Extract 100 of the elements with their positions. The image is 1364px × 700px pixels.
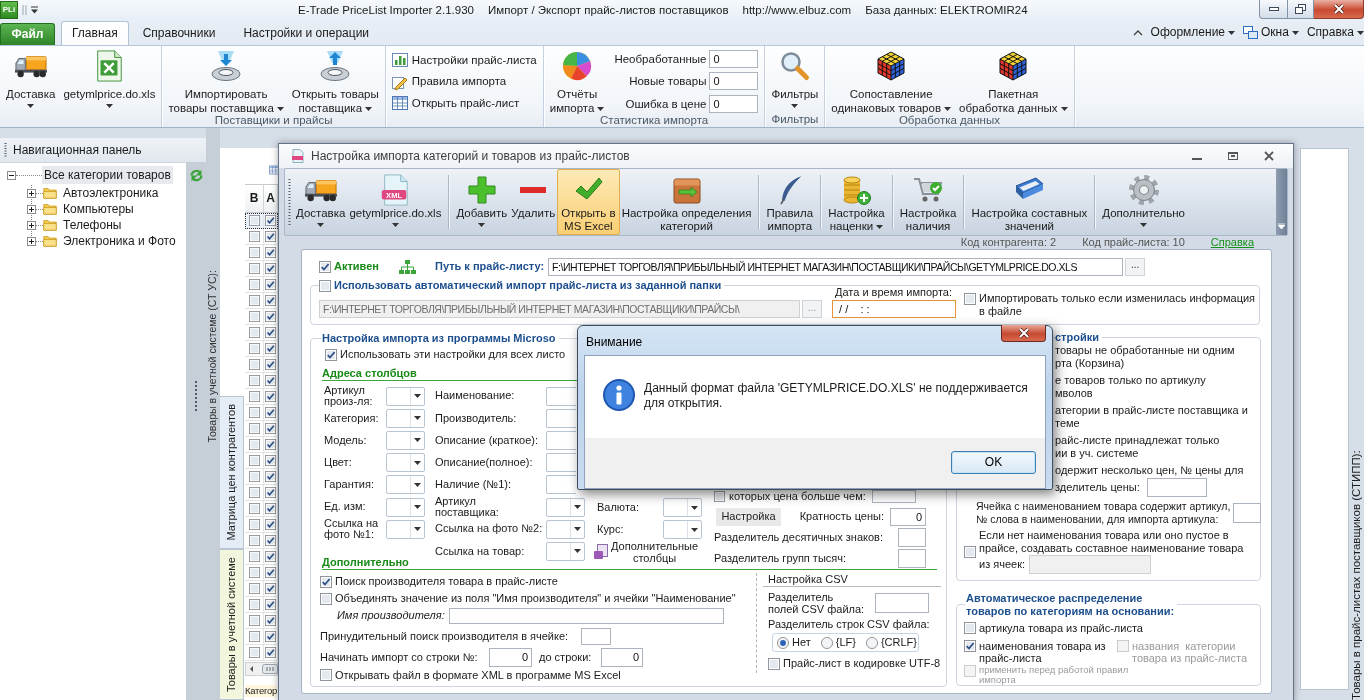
checkbox[interactable] [248,391,260,402]
checkbox[interactable] [265,503,276,514]
text-field[interactable] [1029,555,1152,574]
toolbar-button[interactable]: Настройка наличия [897,169,959,235]
horizontal-scrollbar[interactable] [245,662,278,676]
dropdown-field[interactable] [386,519,425,539]
ribbon-button[interactable]: Пакетная обработка данных [955,49,1072,114]
side-tab[interactable]: Матрица цен контрагентов [220,396,244,549]
toolbar-button[interactable]: Открыть в MS Excel [557,169,620,235]
quick-access-caret-icon[interactable] [20,3,40,17]
plus-box-icon[interactable] [27,188,36,198]
checkbox[interactable] [265,295,276,306]
menu-button[interactable]: Оформление [1150,25,1236,40]
chevron-up-icon[interactable] [1132,29,1143,36]
text-field[interactable] [875,593,929,613]
checkbox[interactable] [248,231,260,242]
checkbox[interactable] [265,599,276,610]
checkbox[interactable] [248,375,260,386]
dropdown-field[interactable] [546,519,585,539]
checkbox[interactable] [248,647,260,658]
ribbon-button[interactable]: Фильтры [767,49,823,114]
dropdown-field[interactable] [386,430,425,450]
number-field[interactable]: 0 [890,507,926,526]
stat-field[interactable]: 0 [709,50,759,69]
checkbox[interactable] [248,631,260,642]
dropdown-field[interactable] [386,497,425,517]
ribbon-button[interactable]: Отчёты импорта [545,49,609,114]
checkbox[interactable] [248,519,260,530]
text-field[interactable] [1233,503,1262,523]
minimize-button[interactable] [1259,0,1288,19]
checkbox[interactable] [265,327,276,338]
text-field[interactable] [581,627,611,645]
checkbox[interactable] [265,423,276,434]
checkbox[interactable] [248,215,260,226]
toolbar-button[interactable]: Правила импорта [764,169,816,235]
table-row[interactable] [245,213,278,229]
checkbox[interactable] [265,647,276,658]
dropdown-field[interactable] [386,408,425,428]
menu-button[interactable]: Окна [1243,25,1299,40]
checkbox[interactable] [964,545,976,558]
checkbox[interactable] [265,231,276,242]
checkbox[interactable] [248,471,260,482]
restore-button[interactable] [1288,0,1314,19]
radio-button[interactable] [777,636,789,649]
toolbar-button[interactable]: Настройка составных значений [969,169,1090,235]
radio-button[interactable] [865,636,878,649]
checkbox[interactable] [265,631,276,642]
plus-box-icon[interactable] [27,220,36,230]
dropdown-field[interactable] [546,430,576,450]
checkbox[interactable] [265,567,276,578]
checkbox[interactable] [265,279,276,290]
number-field[interactable]: 0 [489,647,532,667]
toolbar-button[interactable]: Дополнительно [1100,169,1188,235]
path-field[interactable]: F:\ИНТЕРНЕТ ТОРГОВЛЯ\ПРИБЫЛЬНЫЙ ИНТЕРНЕТ МАГАЗИН\ПОСТАВЩИКИ\ПРАЙСЫ\GETYMLPRICE.DO.XLS [548,257,1124,276]
checkbox[interactable] [248,535,260,546]
checkbox[interactable] [265,471,276,482]
toolbar-button[interactable]: Удалить [509,169,558,235]
browse-button[interactable]: ... [1125,257,1146,276]
stat-field[interactable]: 0 [709,72,759,91]
grip-icon[interactable] [4,143,7,157]
settings-button[interactable]: Настройка [716,507,781,526]
ribbon-button[interactable]: Настройки прайс-листа [391,49,537,71]
checkbox[interactable] [265,519,276,530]
checkbox[interactable] [964,293,976,305]
checkbox[interactable] [265,535,276,546]
text-field[interactable] [449,607,724,624]
checkbox[interactable] [265,487,276,498]
checkbox[interactable] [248,615,260,626]
dropdown-field[interactable] [546,408,576,428]
checkbox[interactable] [265,439,276,450]
dropdown-field[interactable] [663,498,702,518]
tree-item[interactable]: Электроника и Фото [62,233,177,249]
checkbox[interactable] [248,583,260,594]
checkbox[interactable] [248,487,260,498]
checkbox[interactable] [265,247,276,258]
checkbox[interactable] [265,615,276,626]
text-field[interactable] [898,528,926,547]
ribbon-button[interactable]: Импортировать товары поставщика [164,49,288,114]
text-field[interactable] [898,549,926,568]
checkbox[interactable] [248,311,260,322]
plus-box-icon[interactable] [27,204,36,214]
close-button[interactable] [1001,325,1046,342]
checkbox[interactable] [265,455,276,466]
minus-box-icon[interactable] [7,170,16,180]
side-tab[interactable]: Товары в учетной системе [220,548,244,700]
checkbox[interactable] [265,343,276,354]
checkbox[interactable] [248,279,260,290]
checkbox[interactable] [248,247,260,258]
toolbar-button[interactable]: Настройка наценки [826,169,887,235]
hierarchy-icon[interactable] [399,259,416,274]
ribbon-tab[interactable]: Главная [61,21,129,45]
checkbox[interactable] [248,599,260,610]
checkbox[interactable] [265,407,276,418]
checkbox[interactable] [248,567,260,578]
checkbox[interactable] [248,263,260,274]
toolbar-button[interactable]: Доставка [294,169,348,235]
toolbar-button[interactable]: Настройка определения категорий [619,169,754,235]
ribbon-tab[interactable]: Настройки и операции [229,21,384,45]
toolbar-overflow-button[interactable] [1276,169,1287,235]
radio-button[interactable] [820,636,833,649]
